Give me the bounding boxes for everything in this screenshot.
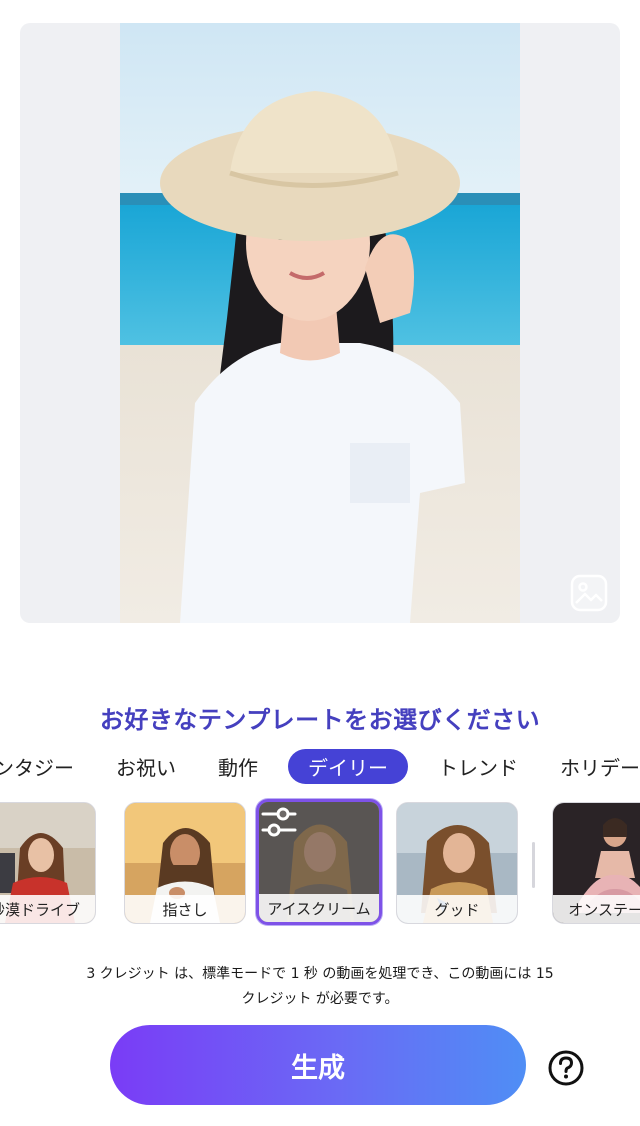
preview-card [20, 23, 620, 623]
template-label: 砂漠ドライブ [0, 895, 95, 923]
template-ice-cream[interactable]: アイスクリーム [256, 799, 382, 925]
template-on-stage[interactable]: オンステージ [552, 802, 640, 924]
template-pointing[interactable]: 指さし [124, 802, 246, 924]
generate-button[interactable]: 生成 [110, 1025, 526, 1105]
tab-celebration[interactable]: お祝い [104, 749, 188, 784]
tab-daily[interactable]: デイリー [288, 748, 408, 784]
credits-line-2: クレジット が必要です。 [241, 991, 399, 1007]
scroll-divider [532, 842, 535, 888]
credits-line-1: 3 クレジット は、標準モードで 1 秒 の動画を処理でき、この動画には 15 [86, 966, 554, 982]
template-good[interactable]: グッド [396, 802, 518, 924]
tab-holiday[interactable]: ホリデー [548, 749, 640, 784]
credits-note: 3 クレジット は、標準モードで 1 秒 の動画を処理でき、この動画には 15 … [40, 962, 600, 1012]
template-label: グッド [397, 895, 517, 923]
sliders-adjust-icon [261, 807, 297, 837]
tab-action[interactable]: 動作 [206, 749, 270, 784]
help-button[interactable] [548, 1050, 584, 1086]
app-screen: お好きなテンプレートをお選びください ンタジー お祝い 動作 デイリー トレンド… [0, 0, 640, 1126]
template-label: アイスクリーム [259, 894, 379, 922]
gallery-button[interactable] [568, 572, 610, 614]
image-gallery-icon [570, 574, 608, 612]
tab-trend[interactable]: トレンド [426, 749, 530, 784]
question-circle-icon [548, 1050, 584, 1086]
category-tabs: ンタジー お祝い 動作 デイリー トレンド ホリデー [0, 748, 640, 784]
template-desert-drive[interactable]: 砂漠ドライブ [0, 802, 96, 924]
tab-fantasy[interactable]: ンタジー [0, 749, 86, 784]
template-list: 砂漠ドライブ 指さし [0, 799, 640, 926]
template-label: 指さし [125, 895, 245, 923]
template-heading: お好きなテンプレートをお選びください [99, 706, 541, 734]
template-label: オンステージ [553, 895, 640, 923]
preview-photo [120, 23, 520, 623]
